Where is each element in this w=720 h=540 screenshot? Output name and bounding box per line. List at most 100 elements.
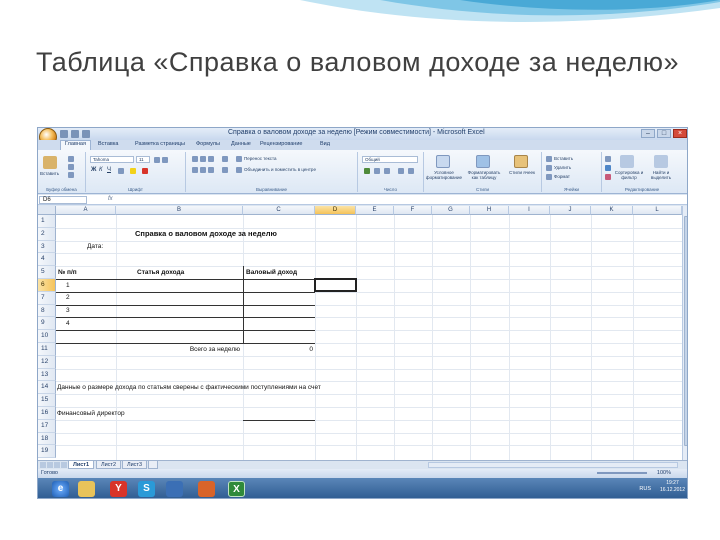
row-header-16[interactable]: 16 [38, 407, 56, 420]
skype-icon[interactable]: S [138, 481, 155, 497]
column-header-e[interactable]: E [356, 206, 394, 215]
undo-icon[interactable] [71, 130, 79, 138]
sort-filter-button[interactable]: Сортировка и фильтр [614, 170, 644, 180]
signature-label[interactable]: Финансовый директор [57, 408, 125, 420]
row-header-12[interactable]: 12 [38, 355, 56, 369]
format-as-table-icon[interactable] [476, 155, 490, 168]
item-number[interactable]: 1 [66, 280, 70, 292]
worksheet-grid[interactable]: A B C D E F G H I J K L 1 2 3 4 5 6 7 8 … [38, 206, 687, 460]
scrollbar-thumb[interactable] [684, 216, 687, 446]
clear-icon[interactable] [605, 174, 611, 180]
system-clock[interactable]: 19:27 16.12.2012 [660, 480, 685, 494]
currency-icon[interactable] [364, 168, 370, 174]
horizontal-scrollbar[interactable] [428, 462, 678, 468]
increase-decimal-icon[interactable] [398, 168, 404, 174]
row-header-4[interactable]: 4 [38, 253, 56, 267]
format-cells-icon[interactable] [546, 174, 552, 180]
align-center-icon[interactable] [200, 167, 206, 173]
column-header-g[interactable]: G [432, 206, 470, 215]
delete-cells-button[interactable]: Удалить [554, 165, 571, 170]
orientation-icon[interactable] [222, 156, 228, 162]
redo-icon[interactable] [82, 130, 90, 138]
tab-page-layout[interactable]: Разметка страницы [135, 141, 185, 147]
language-indicator[interactable]: RUS [639, 486, 651, 492]
excel-taskbar-icon[interactable]: X [228, 481, 245, 497]
column-header-f[interactable]: F [394, 206, 432, 215]
sheet-heading[interactable]: Справка о валовом доходе за неделю [135, 228, 277, 240]
save-icon[interactable] [60, 130, 68, 138]
align-right-icon[interactable] [208, 167, 214, 173]
cut-icon[interactable] [68, 156, 74, 162]
column-header-d[interactable]: D [315, 206, 356, 215]
indent-icon[interactable] [222, 167, 228, 173]
align-top-icon[interactable] [192, 156, 198, 162]
delete-cells-icon[interactable] [546, 165, 552, 171]
internet-explorer-icon[interactable]: e [52, 481, 69, 497]
prev-sheet-icon[interactable] [47, 462, 53, 468]
shrink-font-icon[interactable] [162, 157, 168, 163]
decrease-decimal-icon[interactable] [408, 168, 414, 174]
next-sheet-icon[interactable] [54, 462, 60, 468]
fill-color-icon[interactable] [130, 168, 136, 174]
autosum-icon[interactable] [605, 156, 611, 162]
row-header-3[interactable]: 3 [38, 240, 56, 254]
row-header-17[interactable]: 17 [38, 419, 56, 433]
row-header-11[interactable]: 11 [38, 343, 56, 356]
active-cell-d6[interactable] [314, 278, 357, 292]
copy-icon[interactable] [68, 164, 74, 170]
app-icon[interactable] [166, 481, 183, 497]
percent-icon[interactable] [374, 168, 380, 174]
row-header-6[interactable]: 6 [38, 279, 56, 292]
format-as-table-button[interactable]: Форматировать как таблицу [464, 170, 504, 180]
powerpoint-icon[interactable] [198, 481, 215, 497]
grow-font-icon[interactable] [154, 157, 160, 163]
font-color-icon[interactable] [142, 168, 148, 174]
insert-sheet-icon[interactable] [148, 461, 158, 469]
minimize-button[interactable]: – [641, 129, 655, 138]
font-name-select[interactable]: Tahoma [90, 156, 134, 163]
sheet-tab-1[interactable]: Лист1 [68, 461, 95, 469]
item-number[interactable]: 3 [66, 305, 70, 317]
tab-review[interactable]: Рецензирование [260, 141, 302, 147]
sheet-tab-2[interactable]: Лист2 [96, 461, 122, 469]
row-header-9[interactable]: 9 [38, 317, 56, 331]
number-format-select[interactable]: Общий [362, 156, 418, 163]
wrap-text-icon[interactable] [236, 156, 242, 162]
vertical-scrollbar[interactable] [682, 206, 687, 460]
column-header-c[interactable]: C [243, 206, 315, 215]
header-num[interactable]: № п/п [58, 267, 77, 279]
format-cells-button[interactable]: Формат [554, 174, 570, 179]
underline-icon[interactable]: Ч [107, 167, 111, 173]
insert-cells-icon[interactable] [546, 156, 552, 162]
format-painter-icon[interactable] [68, 172, 74, 178]
tab-insert[interactable]: Вставка [98, 141, 118, 147]
row-header-19[interactable]: 19 [38, 445, 56, 459]
column-header-i[interactable]: I [509, 206, 550, 215]
header-income[interactable]: Валовый доход [246, 267, 297, 279]
folder-icon[interactable] [78, 481, 95, 497]
conditional-format-button[interactable]: Условное форматирование [425, 170, 463, 180]
last-sheet-icon[interactable] [61, 462, 67, 468]
find-select-button[interactable]: Найти и выделить [646, 170, 676, 180]
zoom-level[interactable]: 100% [657, 469, 671, 478]
font-size-select[interactable]: 11 [136, 156, 150, 163]
maximize-button[interactable]: □ [657, 129, 671, 138]
row-header-15[interactable]: 15 [38, 394, 56, 407]
column-header-k[interactable]: K [591, 206, 633, 215]
item-number[interactable]: 2 [66, 292, 70, 304]
tab-home[interactable]: Главная [60, 140, 91, 150]
row-header-2[interactable]: 2 [38, 227, 56, 241]
row-header-5[interactable]: 5 [38, 266, 56, 279]
zoom-slider[interactable] [597, 472, 647, 474]
comma-style-icon[interactable] [384, 168, 390, 174]
close-button[interactable]: × [673, 129, 687, 138]
align-bottom-icon[interactable] [208, 156, 214, 162]
date-label[interactable]: Дата: [87, 241, 103, 253]
paste-icon[interactable] [43, 156, 57, 169]
sheet-tab-3[interactable]: Лист3 [122, 461, 148, 469]
column-header-l[interactable]: L [633, 206, 682, 215]
row-header-18[interactable]: 18 [38, 432, 56, 446]
cell-styles-icon[interactable] [514, 155, 528, 168]
name-box[interactable]: D6 [39, 196, 87, 204]
column-header-h[interactable]: H [470, 206, 509, 215]
